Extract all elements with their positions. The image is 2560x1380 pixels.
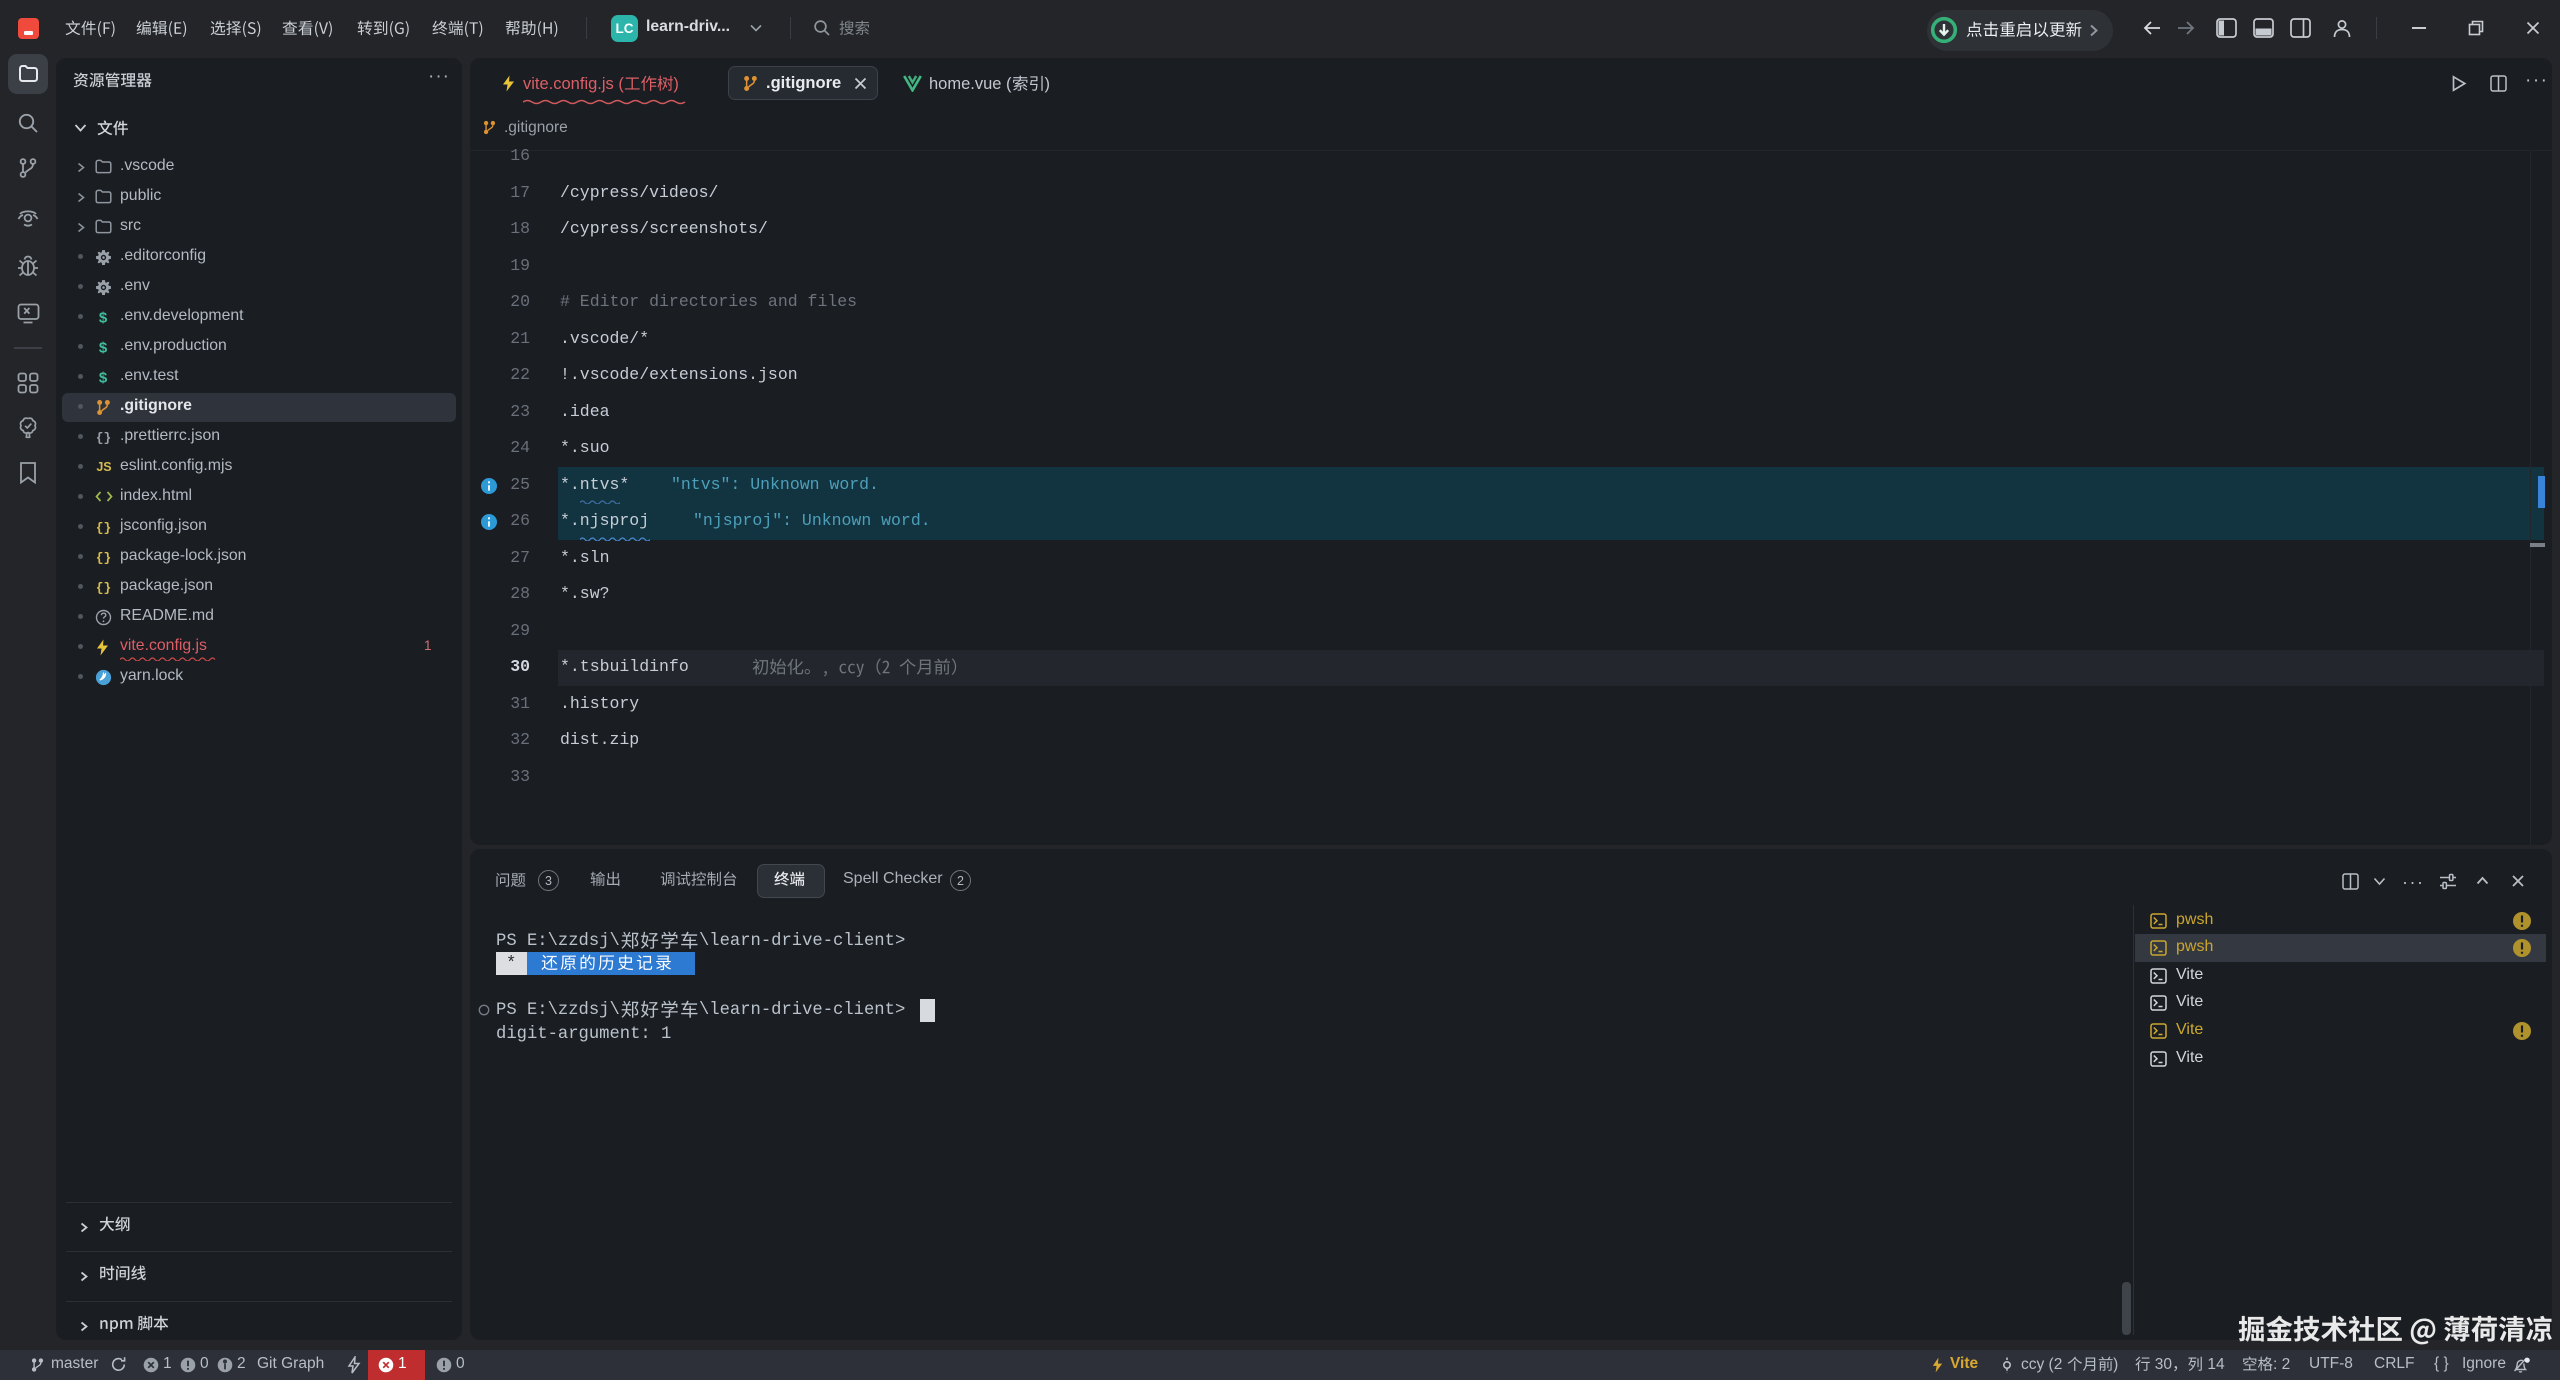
svg-text:$: $: [99, 339, 108, 356]
svg-text:JS: JS: [96, 460, 111, 474]
svg-text:{}: {}: [96, 520, 112, 535]
svg-text:{}: {}: [96, 580, 112, 595]
svg-text:{}: {}: [96, 550, 112, 565]
svg-text:$: $: [99, 309, 108, 326]
svg-text:$: $: [99, 369, 108, 386]
svg-text:{}: {}: [96, 430, 112, 445]
